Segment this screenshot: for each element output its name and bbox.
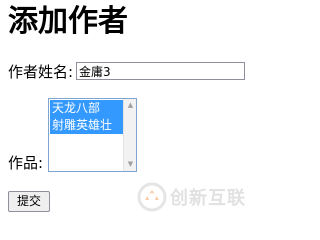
works-scrollbar[interactable]: ▲ ▼	[123, 99, 136, 171]
works-label: 作品:	[8, 154, 44, 172]
submit-button[interactable]: 提交	[8, 191, 50, 212]
author-name-label: 作者姓名:	[8, 63, 74, 81]
watermark: 创新互联	[134, 178, 264, 216]
page-title: 添加作者	[8, 4, 128, 39]
scroll-up-arrow-icon[interactable]: ▲	[125, 100, 136, 111]
works-option[interactable]: 天龙八部	[50, 100, 123, 117]
works-options: 天龙八部 射雕英雄壮	[50, 100, 123, 134]
watermark-text: 创新互联	[170, 188, 246, 209]
scroll-down-arrow-icon[interactable]: ▼	[125, 159, 136, 170]
add-author-page: 添加作者 作者姓名: 天龙八部 射雕英雄壮 ▲ ▼ 作品: 提交 创新互联	[0, 0, 267, 228]
works-option[interactable]: 射雕英雄壮	[50, 117, 123, 134]
works-select[interactable]: 天龙八部 射雕英雄壮 ▲ ▼	[48, 98, 137, 172]
author-name-input[interactable]	[76, 62, 245, 80]
brand-logo-icon	[137, 182, 167, 212]
